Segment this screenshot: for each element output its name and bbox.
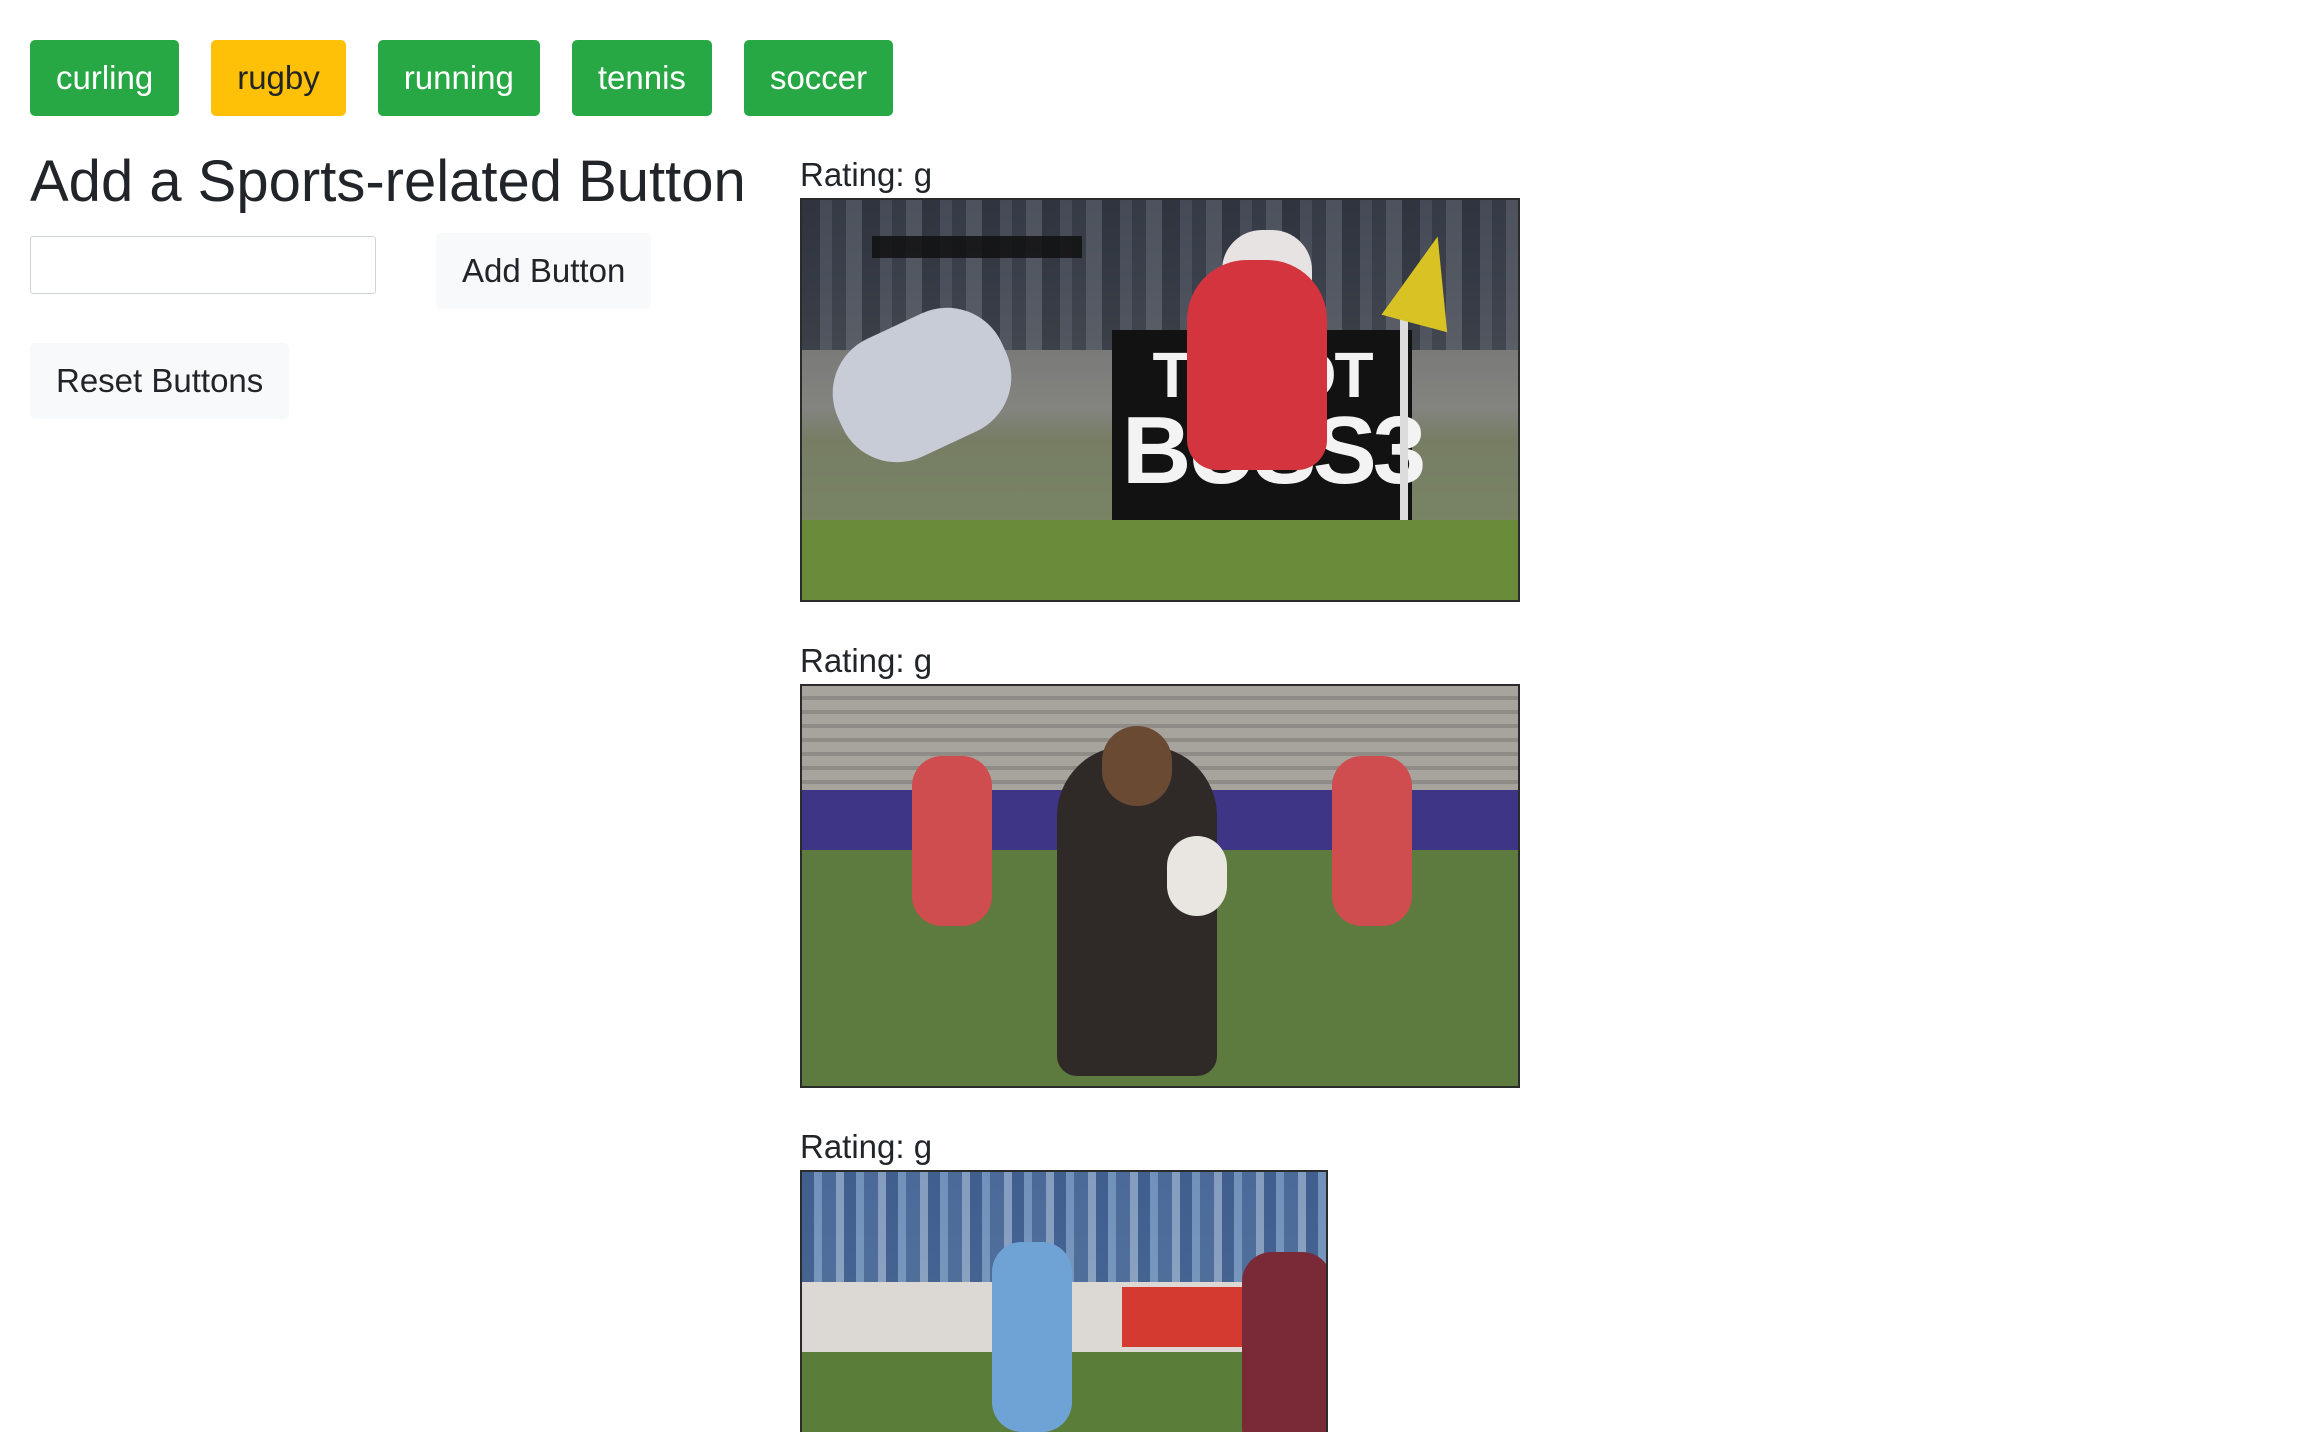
- background-player: [1332, 756, 1412, 926]
- grass-field: [802, 520, 1518, 600]
- giphy-page: curling rugby running tennis soccer Add …: [0, 0, 2304, 1432]
- player-head: [1102, 726, 1172, 806]
- gif-rating: Rating: g: [800, 1128, 933, 1165]
- topic-button-rugby[interactable]: rugby: [211, 40, 346, 116]
- topic-button-curling[interactable]: curling: [30, 40, 180, 116]
- add-button[interactable]: Add Button: [436, 233, 652, 309]
- corner-flag-pole: [1400, 310, 1408, 540]
- scoreboard-overlay: [872, 236, 1082, 258]
- rugby-gif-image[interactable]: TISSOT BUSS3: [800, 198, 1520, 602]
- topic-button-tennis[interactable]: tennis: [571, 40, 712, 116]
- reset-buttons-button[interactable]: Reset Buttons: [30, 343, 290, 419]
- gif-card: Rating: g: [800, 1128, 1520, 1432]
- gif-card: Rating: g TISSOT BUSS3: [800, 156, 1520, 602]
- rugby-ball: [1167, 836, 1227, 916]
- topic-button-soccer[interactable]: soccer: [743, 40, 894, 116]
- gif-rating: Rating: g: [800, 642, 933, 679]
- form-title: Add a Sports-related Button: [30, 149, 746, 214]
- background-player: [912, 756, 992, 926]
- rugby-gif-image[interactable]: [800, 684, 1520, 1088]
- running-player: [1187, 260, 1327, 470]
- topic-button-running[interactable]: running: [377, 40, 540, 116]
- rugby-gif-image[interactable]: [800, 1170, 1328, 1432]
- gif-rating: Rating: g: [800, 156, 933, 193]
- topic-button-bar: curling rugby running tennis soccer: [30, 40, 894, 116]
- gif-results: Rating: g TISSOT BUSS3 Rating: g: [800, 156, 1520, 1432]
- defending-player: [1242, 1252, 1326, 1432]
- ball-carrier-player: [992, 1242, 1072, 1432]
- topic-input[interactable]: [30, 236, 376, 294]
- gif-card: Rating: g: [800, 642, 1520, 1088]
- advertising-logo: [1122, 1287, 1262, 1347]
